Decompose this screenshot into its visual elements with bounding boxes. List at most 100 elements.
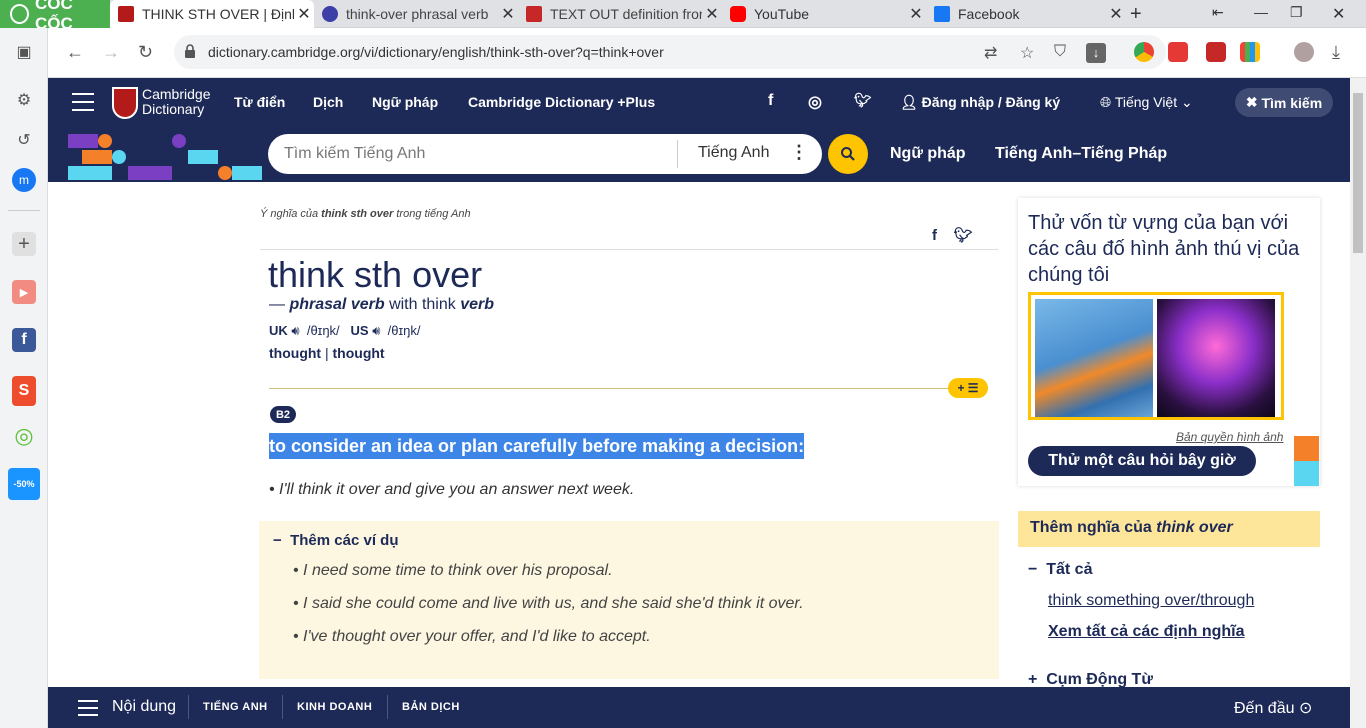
waterslide-image — [1035, 299, 1153, 417]
logo-line2: Dictionary — [142, 101, 205, 117]
profile-avatar[interactable] — [1294, 42, 1314, 62]
page-scrollbar[interactable] — [1350, 78, 1366, 728]
download-page-icon[interactable]: ↓ — [1086, 43, 1106, 63]
decor-block — [128, 166, 172, 180]
translation-link[interactable]: BẢN DỊCH — [402, 701, 460, 713]
tab-search-icon[interactable]: ⇤ — [1212, 4, 1224, 21]
shield-icon[interactable]: ⛉ — [1054, 43, 1066, 61]
cambridge-favicon-icon — [118, 6, 134, 22]
tab-title: think-over phrasal verb — [346, 6, 489, 22]
instagram-icon[interactable]: ◎ — [808, 92, 822, 112]
close-tab-icon[interactable]: ✕ — [702, 4, 722, 24]
extension-red-icon[interactable] — [1206, 42, 1226, 62]
english-french-link[interactable]: Tiếng Anh–Tiếng Pháp — [995, 145, 1167, 163]
address-bar[interactable]: dictionary.cambridge.org/vi/dictionary/e… — [174, 35, 1166, 69]
close-tab-icon[interactable]: ✕ — [294, 4, 314, 24]
facebook-icon[interactable]: f — [768, 92, 773, 110]
translate-icon[interactable]: ⇄ — [984, 43, 997, 63]
more-options-icon[interactable]: ⋮ — [790, 142, 808, 163]
all-toggle[interactable]: − Tất cả — [1028, 561, 1092, 579]
scrollbar-thumb[interactable] — [1353, 93, 1363, 253]
image-credit-link[interactable]: Bản quyền hình ảnh — [1176, 430, 1283, 444]
close-tab-icon[interactable]: ✕ — [498, 4, 518, 24]
us-audio-icon[interactable]: 🔊︎ — [372, 323, 380, 338]
divider — [260, 249, 998, 250]
nav-plus[interactable]: Cambridge Dictionary +Plus — [468, 94, 655, 110]
tab-text-out[interactable]: TEXT OUT definition from ✕ — [518, 0, 722, 28]
try-quiz-button[interactable]: Thử một câu hỏi bây giờ — [1028, 446, 1256, 476]
downloads-icon[interactable]: ⤓ — [1332, 42, 1340, 63]
back-arrow-icon[interactable]: ← — [66, 42, 84, 63]
grammar-link[interactable]: Ngữ pháp — [890, 145, 966, 163]
past-participle: thought — [332, 345, 385, 361]
see-all-definitions-link[interactable]: Xem tất cả các định nghĩa — [1048, 623, 1245, 641]
think-something-over-link[interactable]: think something over/through — [1048, 592, 1254, 610]
cambridge-shield-logo[interactable] — [112, 87, 138, 119]
add-shortcut-icon[interactable]: + — [12, 232, 36, 256]
forward-arrow-icon[interactable]: → — [102, 42, 120, 63]
extension-chrome-icon[interactable] — [1134, 42, 1154, 62]
example-text: I'll think it over and give you an answe… — [279, 481, 635, 498]
nav-translate[interactable]: Dịch — [313, 94, 343, 110]
more-examples-panel: − Thêm các ví dụ • I need some time to t… — [259, 521, 999, 679]
tab-think-sth-over[interactable]: THINK STH OVER | Định nghĩa ✕ — [110, 0, 314, 28]
uk-audio-icon[interactable]: 🔊︎ — [291, 323, 299, 338]
search-box: Tìm kiếm Tiếng Anh Tiếng Anh ⋮ — [268, 134, 822, 174]
extension-grid-icon[interactable] — [1240, 42, 1260, 62]
header-search-button[interactable]: ✖ Tìm kiếm — [1235, 88, 1333, 117]
facebook-shortcut-icon[interactable]: f — [12, 328, 36, 352]
tab-youtube[interactable]: YouTube ✕ — [722, 0, 926, 28]
uk-label: UK — [269, 323, 288, 338]
tiki-shortcut-icon[interactable]: -50% — [8, 468, 40, 500]
cefr-level-badge: B2 — [270, 406, 296, 423]
coccoc-menu-button[interactable]: CỐC CỐC — [0, 0, 110, 33]
search-button-label: Tìm kiếm — [1261, 94, 1323, 111]
uk-ipa: /θɪŋk/ — [306, 323, 340, 338]
history-icon[interactable]: ↺ — [12, 128, 36, 152]
decor-block — [82, 150, 112, 164]
more-examples-toggle[interactable]: − Thêm các ví dụ — [273, 532, 398, 549]
extension-new-icon[interactable] — [1168, 42, 1188, 62]
close-tab-icon[interactable]: ✕ — [1106, 4, 1126, 24]
share-twitter-icon[interactable]: 🐦︎ — [954, 227, 973, 244]
verb-forms: thought | thought — [269, 345, 385, 361]
add-to-wordlist-button[interactable]: + ☰ — [948, 378, 988, 398]
business-link[interactable]: KINH DOANH — [297, 701, 372, 713]
close-window-button[interactable]: ✕ — [1332, 4, 1345, 24]
list-item: • I need some time to think over his pro… — [293, 562, 613, 579]
search-input[interactable]: Tìm kiếm Tiếng Anh — [284, 145, 425, 163]
close-tab-icon[interactable]: ✕ — [906, 4, 926, 24]
quiz-images[interactable] — [1028, 292, 1284, 420]
divider — [282, 695, 283, 719]
menu-hamburger-icon[interactable] — [72, 93, 94, 111]
new-tab-button[interactable]: + — [1130, 3, 1142, 26]
url-text[interactable]: dictionary.cambridge.org/vi/dictionary/e… — [208, 44, 664, 60]
language-selector[interactable]: 🌐︎ Tiếng Việt ⌄ — [1100, 94, 1193, 111]
back-to-top-link[interactable]: Đến đầu ⊙ — [1234, 698, 1312, 718]
youtube-shortcut-icon[interactable]: ▶ — [12, 280, 36, 304]
reload-icon[interactable]: ↻ — [138, 42, 153, 63]
decor-block — [188, 150, 218, 164]
settings-gear-icon[interactable]: ⚙ — [12, 88, 36, 112]
minimize-button[interactable]: — — [1254, 4, 1268, 20]
tab-think-over-phrasal[interactable]: think-over phrasal verb ✕ — [314, 0, 518, 28]
messenger-icon[interactable]: m — [12, 168, 36, 192]
nav-grammar[interactable]: Ngữ pháp — [372, 94, 438, 110]
site-header: Cambridge Dictionary Từ điển Dịch Ngữ ph… — [48, 78, 1350, 128]
tab-facebook[interactable]: Facebook ✕ — [926, 0, 1126, 28]
contents-label[interactable]: Nội dung — [112, 698, 176, 716]
site-logo-text[interactable]: Cambridge Dictionary — [142, 87, 210, 117]
share-facebook-icon[interactable]: f — [932, 227, 937, 244]
login-link[interactable]: 👤︎ Đăng nhập / Đăng ký — [900, 94, 1060, 111]
twitter-icon[interactable]: 🐦︎ — [854, 92, 872, 109]
maximize-button[interactable]: ❐ — [1290, 4, 1303, 21]
shopee-shortcut-icon[interactable]: S — [12, 376, 36, 406]
coccoc-lens-icon[interactable]: ◎ — [12, 423, 36, 448]
sidebar-toggle-icon[interactable]: ▣ — [12, 40, 36, 64]
dictionary-selector[interactable]: Tiếng Anh — [698, 144, 769, 162]
english-link[interactable]: TIẾNG ANH — [203, 701, 268, 713]
contents-menu-icon[interactable] — [78, 700, 98, 716]
search-go-button[interactable] — [828, 134, 868, 174]
bookmark-star-icon[interactable]: ☆ — [1020, 43, 1034, 63]
nav-dictionary[interactable]: Từ điển — [234, 94, 285, 110]
